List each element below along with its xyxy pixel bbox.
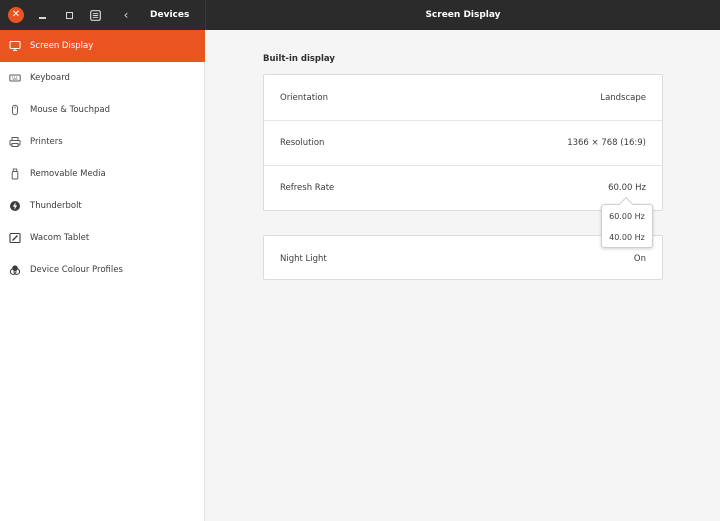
refresh-rate-label: Refresh Rate [280, 183, 335, 193]
keyboard-icon [0, 72, 30, 84]
refresh-rate-dropdown: 60.00 Hz 40.00 Hz [601, 204, 653, 248]
section-heading: Built-in display [263, 54, 335, 64]
sidebar-item-label: Wacom Tablet [30, 233, 90, 243]
mouse-icon [0, 104, 30, 116]
minimize-icon [38, 17, 46, 19]
refresh-rate-value: 60.00 Hz [608, 183, 646, 193]
sidebar-item-label: Thunderbolt [30, 201, 82, 211]
sidebar-item-device-colour-profiles[interactable]: Device Colour Profiles [0, 254, 205, 286]
printer-icon [0, 136, 30, 148]
refresh-option-40hz[interactable]: 40.00 Hz [602, 227, 652, 248]
sidebar-item-removable-media[interactable]: Removable Media [0, 158, 205, 190]
display-icon [0, 40, 30, 52]
sidebar-item-thunderbolt[interactable]: Thunderbolt [0, 190, 205, 222]
orientation-value: Landscape [600, 92, 646, 103]
menu-icon [89, 9, 101, 21]
sidebar-item-label: Device Colour Profiles [30, 265, 123, 275]
thunderbolt-icon [0, 200, 30, 212]
resolution-value: 1366 × 768 (16:9) [567, 138, 646, 148]
built-in-display-card: Orientation Landscape Resolution 1366 × … [263, 74, 663, 211]
maximize-icon [65, 11, 73, 19]
sidebar-item-label: Removable Media [30, 169, 106, 179]
sidebar-item-screen-display[interactable]: Screen Display [0, 30, 205, 62]
back-button[interactable]: ‹ [118, 7, 134, 23]
tablet-icon [0, 232, 30, 244]
sidebar-item-mouse-touchpad[interactable]: Mouse & Touchpad [0, 94, 205, 126]
sidebar-item-label: Printers [30, 137, 63, 147]
night-light-value: On [633, 253, 646, 264]
sidebar-item-label: Mouse & Touchpad [30, 105, 111, 115]
sidebar-item-label: Keyboard [30, 73, 70, 83]
resolution-label: Resolution [280, 138, 325, 148]
orientation-label: Orientation [280, 92, 328, 103]
sidebar-title: Devices [150, 10, 190, 20]
menu-button[interactable] [87, 7, 103, 23]
maximize-button[interactable] [61, 7, 77, 23]
night-light-label: Night Light [280, 253, 327, 264]
sidebar-item-wacom-tablet[interactable]: Wacom Tablet [0, 222, 205, 254]
resolution-row[interactable]: Resolution 1366 × 768 (16:9) [264, 120, 662, 165]
sidebar-item-label: Screen Display [30, 41, 94, 51]
chevron-left-icon: ‹ [123, 8, 129, 22]
sidebar-item-printers[interactable]: Printers [0, 126, 205, 158]
minimize-button[interactable] [34, 7, 50, 23]
sidebar: Screen Display Keyboard Mouse & Touchpad… [0, 30, 205, 521]
sidebar-item-keyboard[interactable]: Keyboard [0, 62, 205, 94]
orientation-row[interactable]: Orientation Landscape [264, 75, 662, 120]
close-button[interactable]: ✕ [8, 7, 24, 23]
header-bar: ✕ ‹ Devices Screen Display [0, 0, 720, 30]
close-icon: ✕ [11, 9, 21, 20]
colour-profile-icon [0, 264, 30, 276]
removable-media-icon [0, 168, 30, 180]
page-title: Screen Display [425, 10, 501, 20]
